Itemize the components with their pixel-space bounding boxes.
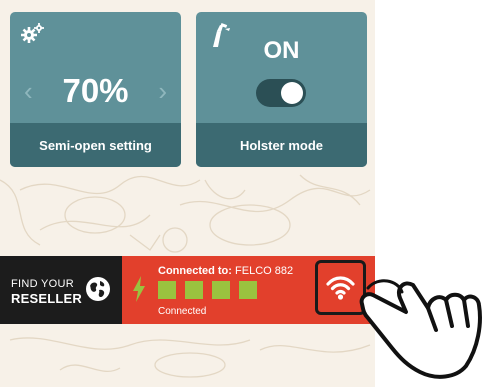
reseller-text: RESELLER (11, 291, 82, 306)
find-reseller-button[interactable]: FIND YOUR RESELLER (0, 256, 122, 324)
connected-to-line: Connected to: FELCO 882 (158, 265, 293, 277)
holster-state: ON (263, 37, 300, 64)
wifi-icon (326, 276, 355, 300)
connected-to-label: Connected to: (158, 265, 232, 277)
semi-open-label: Semi-open setting (10, 123, 181, 167)
signal-square (212, 281, 230, 299)
increase-arrow[interactable]: › (158, 78, 167, 104)
holster-card[interactable]: ON Holster mode (196, 12, 367, 167)
signal-square (185, 281, 203, 299)
globe-icon (86, 277, 110, 301)
find-your-text: FIND YOUR (11, 278, 75, 290)
holster-label: Holster mode (196, 123, 367, 167)
device-name: FELCO 882 (235, 265, 294, 277)
semi-open-card[interactable]: ‹ 70% › Semi-open setting (10, 12, 181, 167)
signal-square (158, 281, 176, 299)
signal-square (239, 281, 257, 299)
gears-icon (21, 23, 44, 43)
pointing-hand-icon (359, 279, 482, 379)
toggle-knob (281, 82, 303, 104)
semi-open-value: 70% (62, 72, 129, 109)
signal-squares (158, 281, 257, 299)
connection-status-text: Connected (158, 306, 207, 317)
lightning-bolt-icon (133, 276, 145, 302)
app-screen: ‹ 70% › Semi-open setting ON Holster mod… (0, 0, 375, 387)
holster-toggle[interactable] (256, 79, 306, 107)
